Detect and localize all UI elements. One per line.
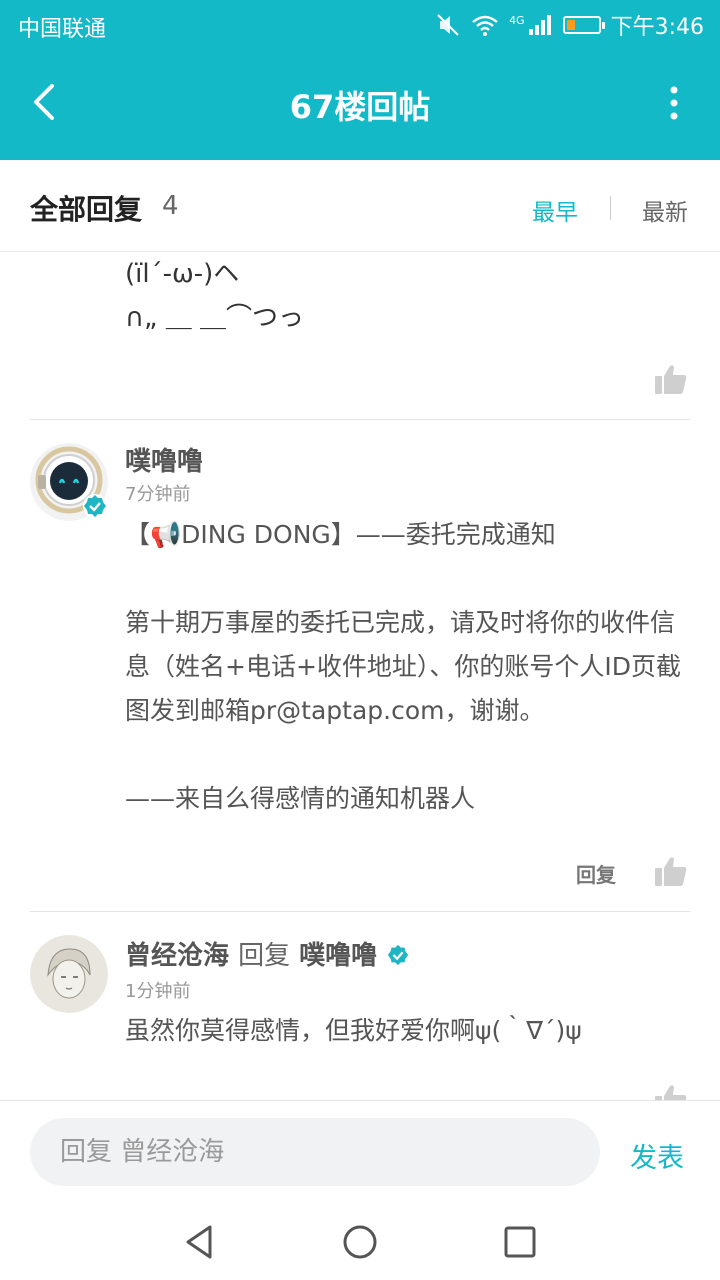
app-bar: 67楼回帖: [0, 50, 720, 160]
status-icons: 4G 下午3:46: [435, 9, 704, 41]
post-time: 7分钟前: [125, 484, 191, 505]
recents-square-icon[interactable]: [500, 1222, 540, 1262]
like-icon[interactable]: [654, 1083, 688, 1100]
all-replies-label: 全部回复: [30, 193, 143, 226]
reply-header: 曾经沧海 回复 噗噜噜: [125, 935, 410, 972]
status-bar: 中国联通 4G 下午3:46: [0, 0, 720, 50]
carrier-name: 中国联通: [18, 17, 107, 42]
post-time: 1分钟前: [125, 981, 191, 1002]
sort-latest-button[interactable]: 最新: [642, 193, 688, 227]
more-vertical-icon[interactable]: [668, 86, 680, 120]
avatar[interactable]: [30, 935, 108, 1013]
reply-text-line: ——来自么得感情的通知机器人: [125, 784, 476, 813]
reply-to-username[interactable]: 噗噜噜: [299, 941, 377, 971]
username[interactable]: 噗噜噜: [125, 441, 203, 478]
reply-text-line: (ïl´-ω-)ヘ: [125, 259, 240, 289]
sort-earliest-button[interactable]: 最早: [532, 193, 578, 227]
like-icon[interactable]: [654, 363, 688, 395]
reply-text-line: ∩„ ＿ ＿⌒つっ: [125, 303, 305, 333]
reply-body: 【📢DING DONG】——委托完成通知 第十期万事屋的委托已完成，请及时将你的…: [125, 513, 695, 821]
reply-text-line: 【📢DING DONG】——委托完成通知: [125, 520, 556, 549]
reply-text-paragraph: 第十期万事屋的委托已完成，请及时将你的收件信息（姓名+电话+收件地址）、你的账号…: [125, 608, 682, 725]
replies-header: 全部回复 4 最早 最新: [0, 160, 720, 252]
sort-divider: [610, 196, 611, 220]
username[interactable]: 曾经沧海: [125, 941, 229, 971]
home-circle-icon[interactable]: [340, 1222, 380, 1262]
status-time: 下午3:46: [610, 15, 704, 40]
navigation-bar: [0, 1204, 720, 1280]
back-triangle-icon[interactable]: [180, 1222, 220, 1262]
verified-badge-icon: [83, 494, 107, 518]
reply-input-bar: 发表: [0, 1100, 720, 1204]
battery-icon: [562, 16, 605, 34]
reply-input[interactable]: [30, 1118, 600, 1186]
page-title: 67楼回帖: [289, 88, 431, 126]
publish-button[interactable]: 发表: [630, 1136, 684, 1175]
network-type: 4G: [509, 13, 525, 27]
verified-badge-icon: [388, 944, 409, 966]
reply-count: 4: [162, 191, 179, 221]
reply-body: 虽然你莫得感情，但我好爱你啊ψ(｀∇´)ψ: [125, 1016, 582, 1045]
signal-icon: [528, 15, 551, 35]
divider: [30, 911, 690, 912]
replies-list[interactable]: (ïl´-ω-)ヘ ∩„ ＿ ＿⌒つっ 噗噜噜 7分钟前 【📢DING DONG…: [0, 253, 720, 1100]
reply-word: 回复: [238, 941, 291, 971]
reply-button[interactable]: 回复: [576, 859, 616, 888]
divider: [30, 419, 690, 420]
wifi-icon: [472, 15, 498, 36]
top-bar: 中国联通 4G 下午3:46 67楼回帖: [0, 0, 720, 160]
mute-icon: [437, 14, 459, 36]
like-icon[interactable]: [654, 855, 688, 887]
